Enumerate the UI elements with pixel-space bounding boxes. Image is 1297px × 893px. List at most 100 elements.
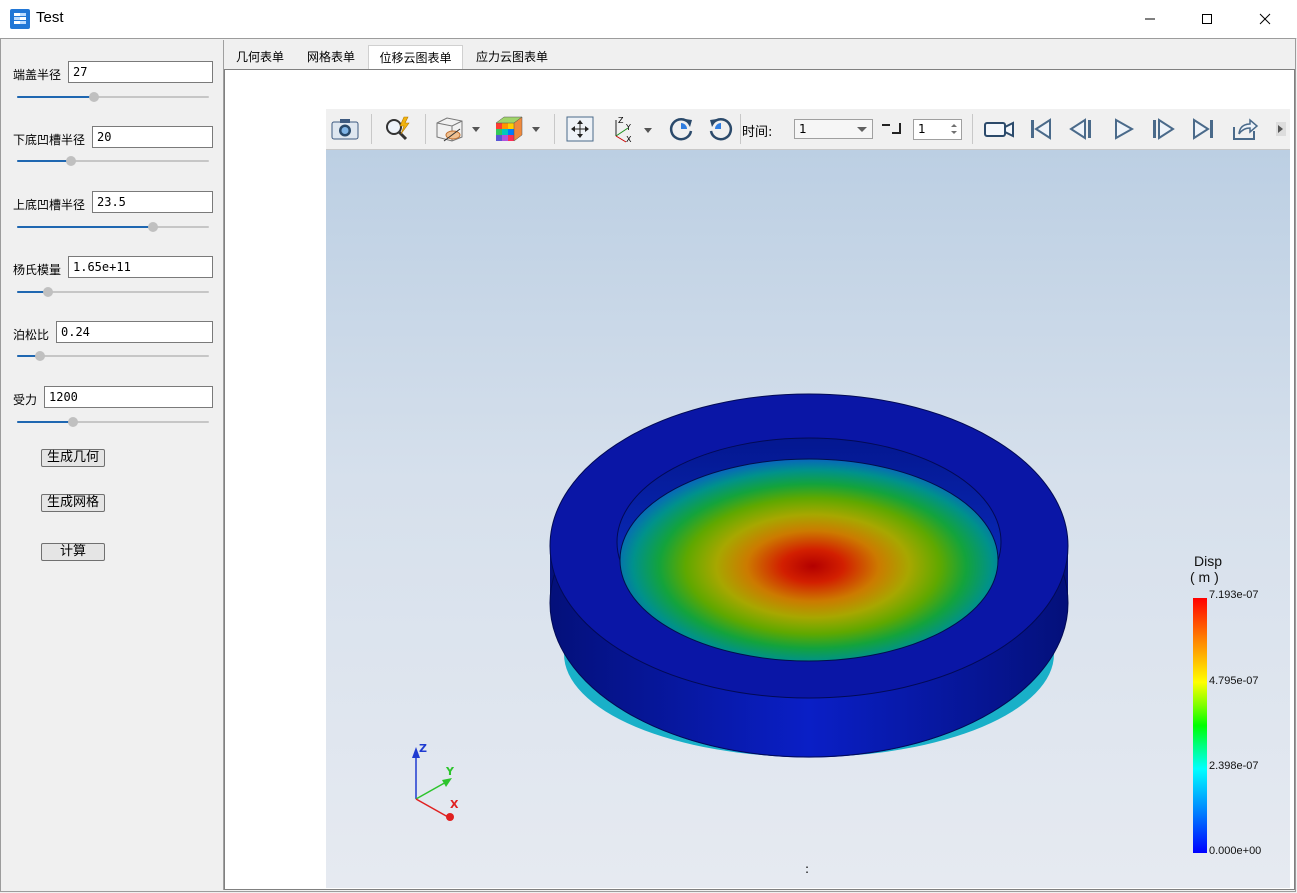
slider-thumb[interactable]	[35, 351, 46, 361]
viewer-toolbar: Z Y X 时间: 1 1	[326, 109, 1290, 150]
param-label-poisson-ratio: 泊松比	[13, 328, 50, 342]
record-icon	[984, 121, 1014, 138]
legend-title: Disp	[1194, 553, 1223, 569]
close-button[interactable]	[1242, 0, 1288, 38]
legend-unit: ( m )	[1190, 569, 1219, 585]
svg-text:X: X	[626, 135, 632, 144]
camera-icon	[331, 119, 359, 140]
axis-orientation-dropdown[interactable]: Z Y X	[606, 115, 656, 144]
axis-y-label: Y	[445, 765, 455, 778]
legend-tick-max: 7.193e-07	[1209, 589, 1259, 601]
first-frame-icon	[1031, 118, 1051, 140]
screenshot-button[interactable]	[330, 115, 360, 143]
last-frame-icon	[1193, 118, 1213, 140]
step-spinbox-value: 1	[918, 122, 926, 136]
top-groove-radius-input[interactable]: 23.5	[92, 191, 213, 213]
force-slider[interactable]	[17, 417, 209, 427]
compute-button[interactable]: 计算	[41, 543, 105, 561]
toolbar-overflow-button[interactable]	[1274, 115, 1288, 143]
export-button[interactable]	[1228, 115, 1262, 143]
chevron-right-icon	[1276, 122, 1286, 136]
generate-geometry-button[interactable]: 生成几何	[41, 449, 105, 467]
color-scale-bar	[1193, 598, 1207, 853]
param-label-cap-radius: 端盖半径	[13, 68, 62, 82]
bottom-groove-radius-input[interactable]: 20	[92, 126, 213, 148]
orientation-axes: Z Y X	[412, 742, 459, 821]
export-icon	[1233, 118, 1259, 140]
last-frame-button[interactable]	[1187, 115, 1221, 143]
poisson-ratio-slider[interactable]	[17, 351, 209, 361]
tab-mesh-form[interactable]: 网格表单	[299, 45, 363, 69]
rotate-cw-button[interactable]	[664, 115, 698, 143]
axis-orient-icon: Z Y X	[615, 116, 652, 144]
force-input[interactable]: 1200	[44, 386, 213, 408]
youngs-modulus-slider[interactable]	[17, 287, 209, 297]
slider-thumb[interactable]	[148, 222, 159, 232]
svg-text:Z: Z	[618, 116, 624, 125]
view-style-dropdown[interactable]	[434, 115, 484, 143]
step-spinbox[interactable]: 1	[913, 119, 962, 140]
maximize-icon	[1202, 14, 1212, 24]
youngs-modulus-input[interactable]: 1.65e+11	[68, 256, 213, 278]
tab-displacement-contour-form[interactable]: 位移云图表单	[368, 45, 463, 69]
play-icon	[1115, 118, 1135, 140]
next-frame-icon	[1153, 118, 1175, 140]
generate-mesh-button[interactable]: 生成网格	[41, 494, 105, 512]
color-map-dropdown[interactable]	[492, 115, 544, 143]
param-label-youngs-modulus: 杨氏模量	[13, 263, 62, 277]
title-bar: Test	[0, 0, 1297, 39]
prev-frame-icon	[1069, 118, 1091, 140]
axis-z-label: Z	[419, 742, 427, 755]
window-title: Test	[36, 9, 64, 26]
legend-tick-3: 2.398e-07	[1209, 760, 1259, 772]
close-icon	[1259, 13, 1271, 25]
fit-view-icon	[566, 116, 594, 142]
render-viewport[interactable]: Z Y X Disp ( m ) 7.193e-07 4.795e-07 2.3…	[326, 150, 1290, 888]
chevron-down-icon	[857, 127, 867, 132]
app-icon	[10, 9, 30, 29]
zoom-tool-icon	[386, 116, 410, 141]
slider-thumb[interactable]	[65, 156, 76, 166]
tab-stress-contour-form[interactable]: 应力云图表单	[468, 45, 556, 69]
axis-x-label: X	[450, 798, 459, 811]
step-icon-holder	[879, 115, 907, 143]
next-frame-button[interactable]	[1146, 115, 1180, 143]
cap-radius-input[interactable]: 27	[68, 61, 213, 83]
cap-radius-slider[interactable]	[17, 92, 209, 102]
prev-frame-button[interactable]	[1064, 115, 1098, 143]
first-frame-button[interactable]	[1023, 115, 1057, 143]
step-icon	[882, 123, 901, 134]
legend-tick-2: 4.795e-07	[1209, 675, 1259, 687]
record-button[interactable]	[981, 115, 1017, 143]
poisson-ratio-input[interactable]: 0.24	[56, 321, 213, 343]
maximize-button[interactable]	[1184, 0, 1230, 38]
tab-geometry-form[interactable]: 几何表单	[228, 45, 292, 69]
top-groove-radius-slider[interactable]	[17, 222, 209, 232]
param-label-force: 受力	[13, 393, 38, 407]
fit-view-button[interactable]	[564, 115, 596, 143]
view-style-icon	[436, 117, 480, 142]
svg-text:Y: Y	[625, 123, 631, 132]
minimize-icon	[1145, 18, 1155, 20]
rotate-ccw-icon	[709, 118, 733, 141]
param-label-top-groove-radius: 上底凹槽半径	[13, 198, 86, 212]
minimize-button[interactable]	[1127, 0, 1173, 38]
parameter-panel	[2, 40, 223, 890]
param-label-bottom-groove-radius: 下底凹槽半径	[13, 133, 86, 147]
time-label: 时间:	[742, 125, 773, 140]
spin-up-icon[interactable]	[951, 124, 957, 127]
zoom-tool-button[interactable]	[381, 115, 415, 143]
color-cube-icon	[495, 116, 540, 142]
slider-thumb[interactable]	[67, 417, 78, 427]
spin-down-icon[interactable]	[951, 131, 957, 134]
rotate-cw-icon	[669, 118, 693, 141]
legend-tick-min: 0.000e+00	[1209, 845, 1262, 857]
bottom-groove-radius-slider[interactable]	[17, 156, 209, 166]
time-select[interactable]: 1	[794, 119, 873, 139]
time-select-value: 1	[799, 122, 807, 136]
viewport-status: :	[805, 862, 810, 876]
rotate-ccw-button[interactable]	[704, 115, 738, 143]
slider-thumb[interactable]	[88, 92, 99, 102]
play-button[interactable]	[1106, 115, 1140, 143]
slider-thumb[interactable]	[42, 287, 53, 297]
